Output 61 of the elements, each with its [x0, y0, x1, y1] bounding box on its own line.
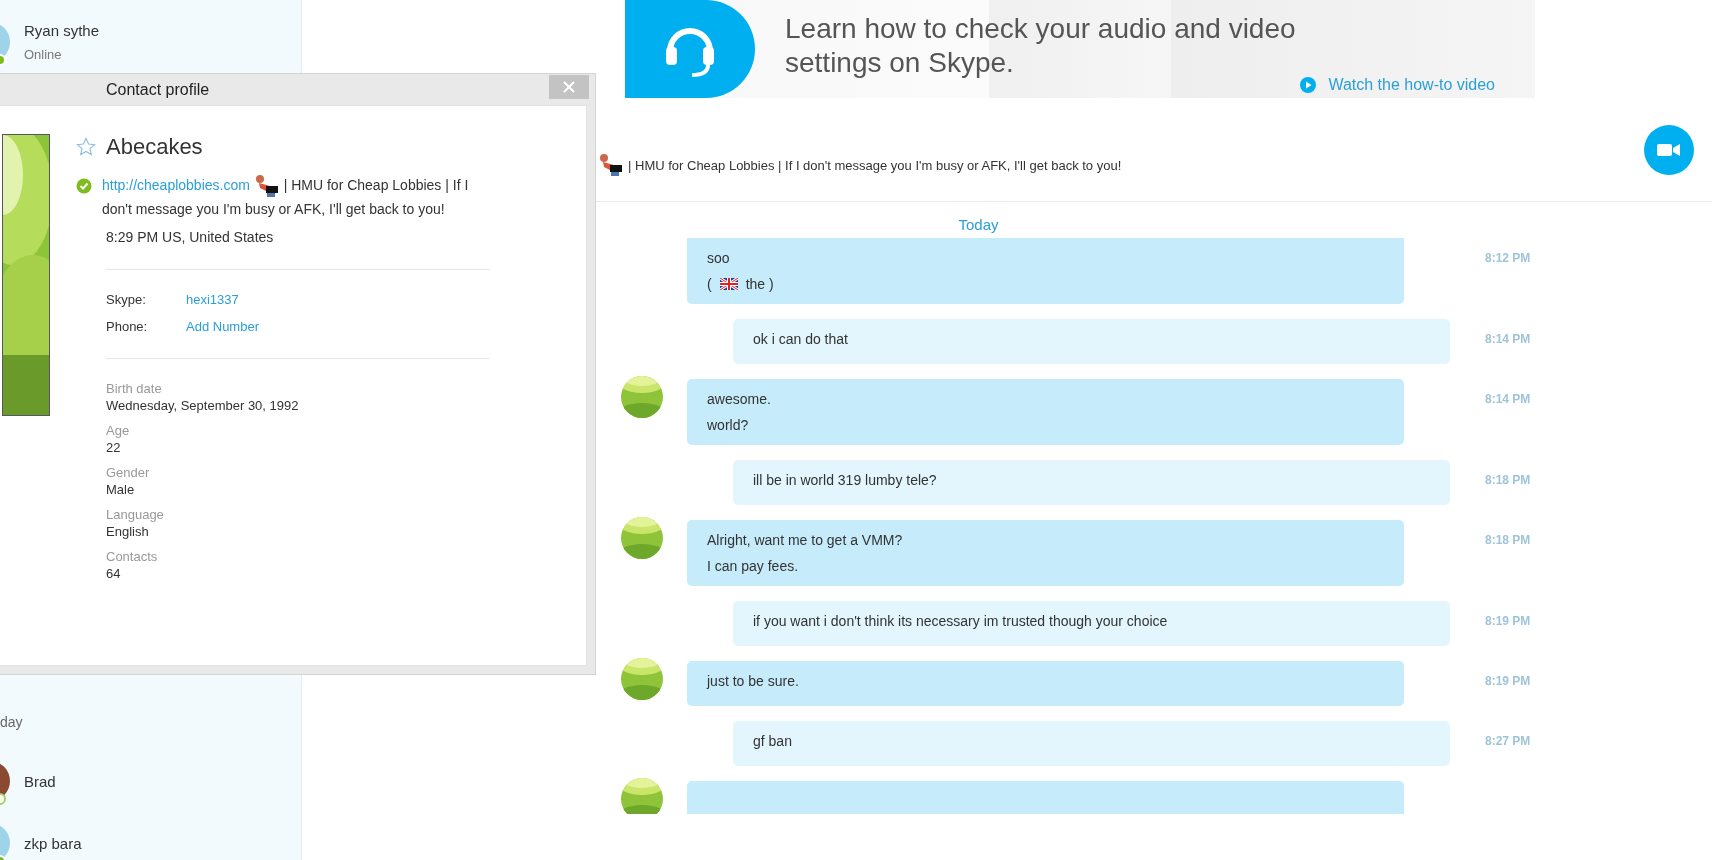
field-link[interactable]: hexi1337	[186, 292, 239, 308]
contact-name: Abecakes	[106, 134, 203, 160]
avatar	[620, 657, 664, 701]
message-text: ok i can do that	[753, 331, 849, 347]
date-separator: Today	[957, 215, 1000, 235]
video-call-button[interactable]	[1644, 125, 1694, 175]
message-time: 8:18 PM	[1485, 533, 1531, 549]
message-text: if you want i don't think its necessary im trusted though your choice	[753, 613, 1169, 629]
avatar	[620, 777, 664, 814]
message-text: (	[707, 276, 712, 292]
contact-name[interactable]: Brad	[24, 772, 56, 790]
avatar	[620, 516, 664, 560]
close-button[interactable]	[549, 74, 589, 99]
field-label: Age	[106, 423, 131, 439]
avatar	[620, 375, 664, 419]
close-icon	[563, 80, 575, 93]
message-text: awesome.	[707, 391, 772, 407]
field-label: Language	[106, 507, 165, 523]
emoticon-icon	[253, 174, 280, 199]
message-time: 8:19 PM	[1485, 674, 1531, 690]
play-icon	[1300, 77, 1317, 93]
field-value: Wednesday, September 30, 1992	[106, 398, 300, 414]
watch-video-link[interactable]: Watch the how-to video	[1300, 76, 1495, 94]
mood-message: http://cheaplobbies.com | HMU for Cheap Lobbies | If I don't message you I'm busy or AFK, I'll get back to you!	[102, 174, 487, 222]
section-label: day	[0, 714, 24, 732]
message-text: soo	[707, 250, 731, 266]
field-value: English	[106, 524, 150, 540]
ad-headline: Learn how to check your audio and video settings on Skype.	[785, 12, 1297, 80]
field-value: Male	[106, 482, 136, 498]
website-link[interactable]: http://cheaplobbies.com	[102, 177, 250, 193]
message-text: ill be in world 319 lumby tele?	[753, 472, 938, 488]
contact-status: Online	[24, 47, 63, 62]
message-text: world?	[707, 417, 750, 433]
video-camera-icon	[1657, 142, 1681, 158]
field-label: Phone:	[106, 319, 149, 335]
message-text: just to be sure.	[707, 673, 800, 689]
message-time: 8:12 PM	[1485, 251, 1531, 267]
message-text: Alright, want me to get a VMM?	[707, 532, 904, 548]
message-time: 8:27 PM	[1485, 734, 1531, 750]
message-time: 8:19 PM	[1485, 614, 1531, 630]
message-time: 8:14 PM	[1485, 332, 1531, 348]
field-label: Contacts	[106, 549, 159, 565]
message-text: gf ban	[753, 733, 793, 749]
message-text: I can pay fees.	[707, 558, 800, 574]
field-label: Birth date	[106, 381, 163, 397]
field-value: 22	[106, 440, 122, 456]
emoticon-icon	[598, 153, 624, 177]
local-time: 8:29 PM US, United States	[106, 229, 275, 246]
message-time: 8:14 PM	[1485, 392, 1531, 408]
field-label: Gender	[106, 465, 151, 481]
mood-message: | HMU for Cheap Lobbies | If I don't message you I'm busy or AFK, I'll get back to you!	[628, 157, 1122, 173]
field-link[interactable]: Add Number	[186, 319, 259, 335]
field-label: Skype:	[106, 292, 147, 308]
message-time: 8:18 PM	[1485, 473, 1531, 489]
dialog-title: Contact profile	[106, 80, 210, 99]
contact-name[interactable]: zkp bara	[24, 834, 82, 852]
contact-name[interactable]: Ryan sythe	[24, 22, 100, 39]
field-value: 64	[106, 566, 122, 582]
flag-icon	[719, 278, 738, 290]
message-text: the )	[745, 276, 774, 292]
star-icon[interactable]	[76, 137, 96, 157]
